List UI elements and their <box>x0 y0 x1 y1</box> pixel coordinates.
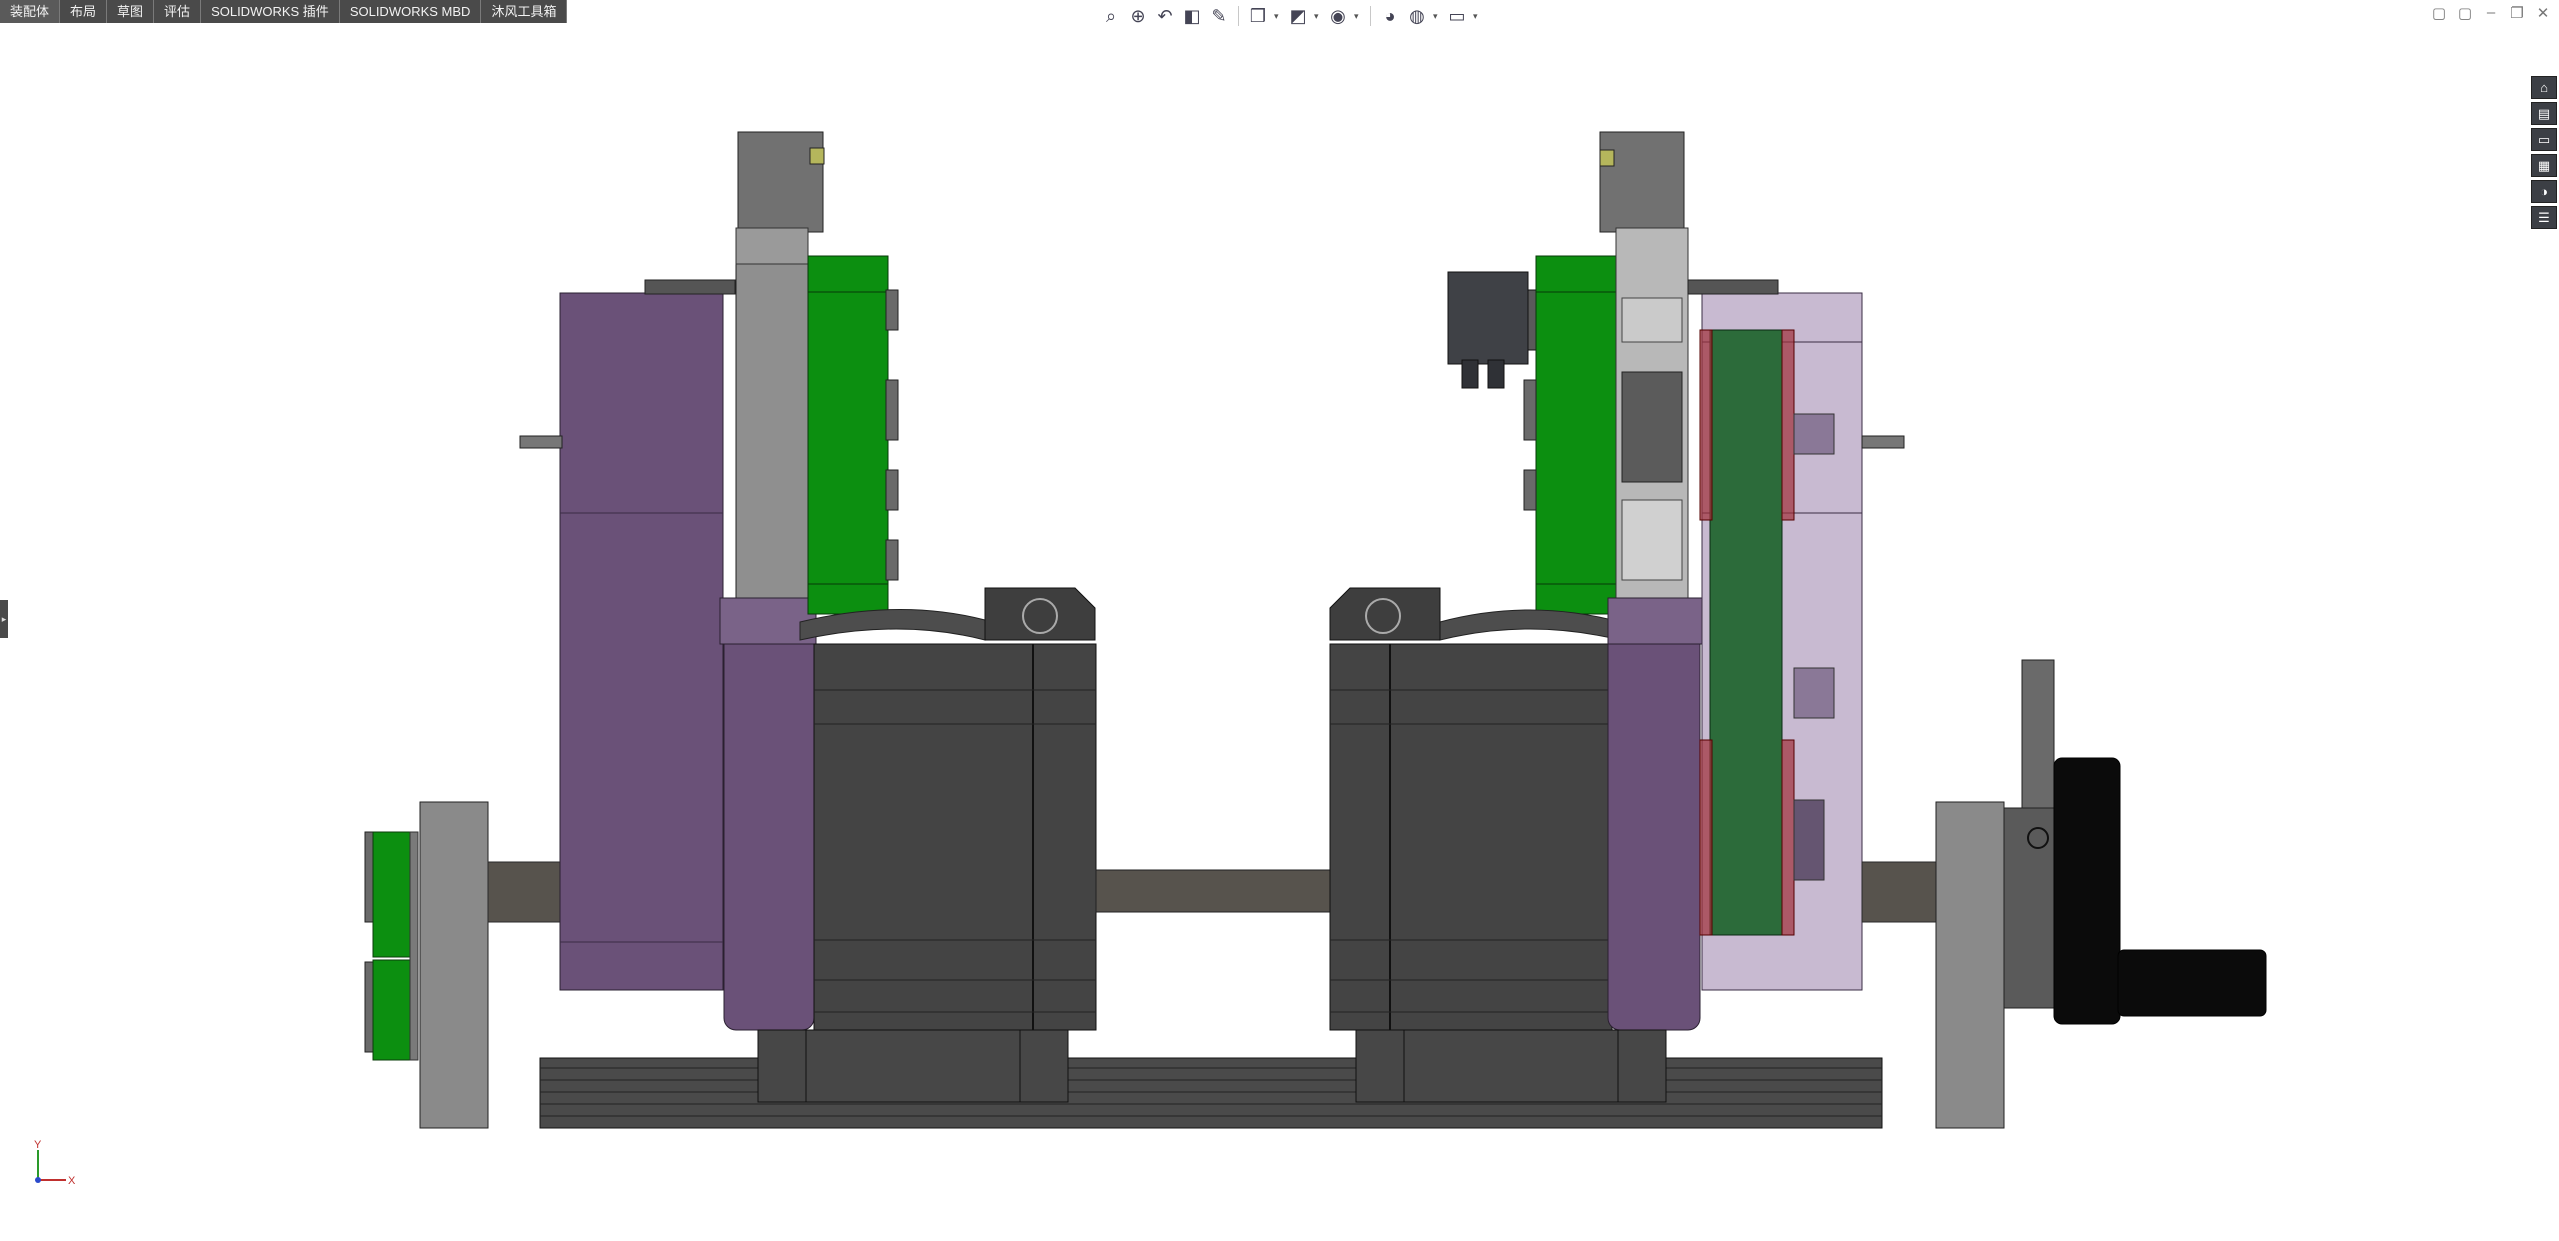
tab-sketch[interactable]: 草图 <box>107 0 155 23</box>
reference-triad: Y X <box>34 1139 76 1187</box>
zoom-to-area-icon[interactable]: ⊕ <box>1127 5 1149 27</box>
right-shaft[interactable] <box>1861 861 1937 923</box>
right-green-drive-wheel[interactable] <box>1535 255 1617 615</box>
restore-icon[interactable]: ❐ <box>2509 4 2525 22</box>
home-icon[interactable]: ⌂ <box>2531 76 2557 99</box>
apply-scene-icon[interactable]: ◍ <box>1406 5 1428 27</box>
toolbar-separator <box>1370 6 1371 26</box>
hide-show-items-icon[interactable]: ◉ <box>1327 5 1349 27</box>
close-icon[interactable]: ✕ <box>2535 4 2551 22</box>
file-explorer-icon[interactable]: ▭ <box>2531 128 2557 151</box>
edit-appearance-icon[interactable]: ◕ <box>1379 5 1401 27</box>
left-gray-column[interactable] <box>737 131 824 233</box>
right-belt[interactable] <box>1709 329 1783 936</box>
view-orientation-icon[interactable]: ❒ <box>1247 5 1269 27</box>
right-end-plate[interactable] <box>1935 801 2005 1129</box>
view-palette-icon[interactable]: ▦ <box>2531 154 2557 177</box>
triad-y-label: Y <box>34 1139 42 1151</box>
feature-manager-expand-handle[interactable]: ▸ <box>0 600 8 638</box>
tab-assembly[interactable]: 装配体 <box>0 0 61 23</box>
view-settings-icon[interactable]: ▭ <box>1446 5 1468 27</box>
chevron-down-icon[interactable]: ▾ <box>1433 11 1441 22</box>
window-controls: ▢ ▢ – ❐ ✕ <box>2431 4 2551 22</box>
command-manager-tabs: 装配体 布局 草图 评估 SOLIDWORKS 插件 SOLIDWORKS MB… <box>0 0 568 23</box>
graphics-area[interactable]: Y X <box>0 0 2559 1241</box>
task-pane-tabs: ⌂ ▤ ▭ ▦ ◑ ☰ <box>2531 76 2559 229</box>
design-library-icon[interactable]: ▤ <box>2531 102 2557 125</box>
tab-solidworks-mbd[interactable]: SOLIDWORKS MBD <box>339 0 482 23</box>
chevron-down-icon[interactable]: ▾ <box>1473 11 1481 22</box>
chevron-down-icon[interactable]: ▾ <box>1274 11 1282 22</box>
display-style-icon[interactable]: ◩ <box>1287 5 1309 27</box>
minimize-icon[interactable]: – <box>2483 4 2499 22</box>
left-shaft[interactable] <box>487 861 561 923</box>
right-motor-body[interactable] <box>1329 643 1613 1031</box>
left-rod[interactable] <box>519 435 563 449</box>
left-green-drive-wheel[interactable] <box>807 255 889 615</box>
section-view-icon[interactable]: ◧ <box>1181 5 1203 27</box>
viewport-tile-right-icon[interactable]: ▢ <box>2457 4 2473 22</box>
base-aluminum-rail[interactable] <box>539 1057 1883 1129</box>
right-handwheel-crank[interactable] <box>2003 659 2267 1025</box>
center-shaft[interactable] <box>1095 869 1331 913</box>
right-assembly[interactable] <box>1329 131 2267 1129</box>
zoom-to-fit-icon[interactable]: ⌕ <box>1100 5 1122 27</box>
appearances-icon[interactable]: ◑ <box>2531 180 2557 203</box>
left-purple-housing[interactable] <box>559 292 724 991</box>
toolbar-separator <box>1238 6 1239 26</box>
tab-mufeng-toolbox[interactable]: 沐风工具箱 <box>481 0 568 23</box>
triad-x-label: X <box>68 1175 76 1187</box>
chevron-down-icon[interactable]: ▾ <box>1354 11 1362 22</box>
previous-view-icon[interactable]: ↶ <box>1154 5 1176 27</box>
left-purple-side-plate[interactable] <box>723 627 815 1031</box>
chevron-down-icon[interactable]: ▾ <box>1314 11 1322 22</box>
heads-up-view-toolbar: ⌕ ⊕ ↶ ◧ ✎ ❒ ▾ ◩ ▾ ◉ ▾ ◕ ◍ ▾ ▭ ▾ <box>1100 2 1481 30</box>
left-motor-body[interactable] <box>813 643 1097 1031</box>
custom-properties-icon[interactable]: ☰ <box>2531 206 2557 229</box>
tab-evaluate[interactable]: 评估 <box>154 0 202 23</box>
left-assembly[interactable] <box>364 131 1097 1129</box>
tab-layout[interactable]: 布局 <box>60 0 108 23</box>
right-gray-column[interactable] <box>1599 131 1685 233</box>
right-rod[interactable] <box>1861 435 1905 449</box>
right-valve-block[interactable] <box>1447 271 1539 389</box>
viewport-tile-left-icon[interactable]: ▢ <box>2431 4 2447 22</box>
right-purple-side-plate[interactable] <box>1607 627 1701 1031</box>
dynamic-annotation-icon[interactable]: ✎ <box>1208 5 1230 27</box>
left-end-plate[interactable] <box>419 801 489 1129</box>
tab-solidworks-addins[interactable]: SOLIDWORKS 插件 <box>201 0 340 23</box>
left-small-pulleys[interactable] <box>364 831 419 1061</box>
